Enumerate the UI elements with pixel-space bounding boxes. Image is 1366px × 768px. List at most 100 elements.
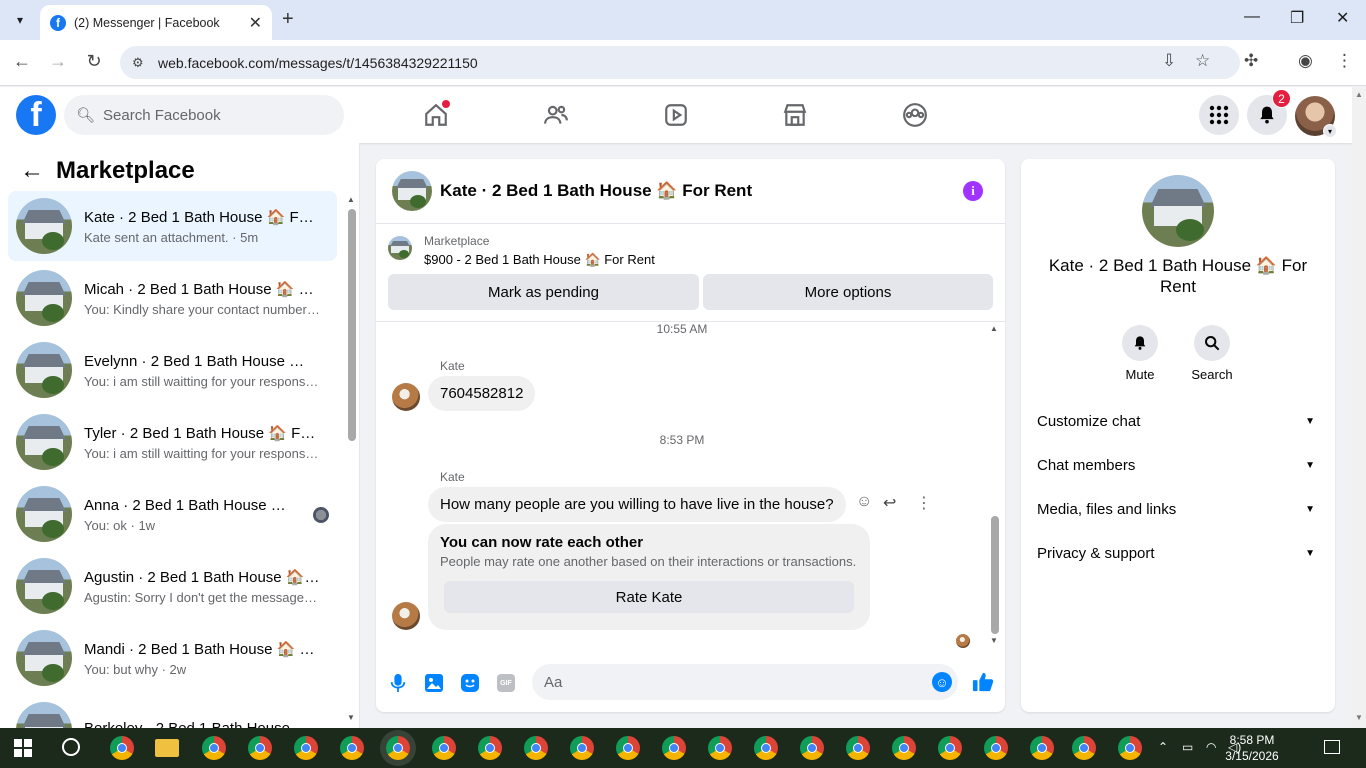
kate-avatar[interactable] xyxy=(392,602,420,630)
marketplace-nav-icon[interactable] xyxy=(781,101,809,129)
bookmark-star-icon[interactable]: ☆ xyxy=(1195,51,1210,71)
chat-house-thumbnail[interactable] xyxy=(392,171,432,211)
wifi-icon[interactable]: ◠ xyxy=(1206,740,1216,754)
chrome-taskbar-icon[interactable] xyxy=(1030,736,1054,760)
page-scrollbar[interactable]: ▲ ▼ xyxy=(1352,87,1366,728)
mute-action[interactable]: Mute xyxy=(1110,325,1170,382)
chrome-taskbar-icon[interactable] xyxy=(110,736,134,760)
chat-members-section[interactable]: Chat members ▼ xyxy=(1037,454,1319,476)
facebook-logo-icon[interactable]: f xyxy=(16,95,56,135)
bell-icon[interactable] xyxy=(1122,325,1158,361)
conversation-item-evelynn[interactable]: Evelynn · 2 Bed 1 Bath House 🏠 For Rent Y… xyxy=(8,335,337,405)
thumbs-up-like-icon[interactable] xyxy=(972,671,994,699)
battery-icon[interactable]: ▭ xyxy=(1182,740,1193,754)
chrome-taskbar-icon[interactable] xyxy=(892,736,916,760)
menu-grid-icon[interactable] xyxy=(1199,95,1239,135)
file-explorer-icon[interactable] xyxy=(155,739,179,757)
restore-icon[interactable]: ❐ xyxy=(1290,8,1304,28)
conversation-item-agustin[interactable]: Agustin · 2 Bed 1 Bath House 🏠 For Rent A… xyxy=(8,551,337,621)
home-nav-icon[interactable] xyxy=(422,100,450,129)
browser-tab[interactable]: f (2) Messenger | Facebook ✕ xyxy=(40,5,272,40)
info-house-photo[interactable] xyxy=(1142,175,1214,247)
listing-thumbnail[interactable] xyxy=(388,236,412,260)
back-arrow-icon[interactable]: ← xyxy=(20,157,44,185)
chat-list-scrollbar[interactable]: ▲ ▼ xyxy=(346,195,358,725)
chrome-taskbar-icon[interactable] xyxy=(432,736,456,760)
back-arrow-icon[interactable]: ← xyxy=(10,51,34,72)
rate-kate-button[interactable]: Rate Kate xyxy=(444,581,854,613)
account-avatar[interactable]: ▾ xyxy=(1295,96,1337,138)
chat-list-scroll-thumb[interactable] xyxy=(348,209,356,441)
groups-nav-icon[interactable] xyxy=(901,101,929,129)
chat-scroll-down-icon[interactable]: ▼ xyxy=(990,636,998,645)
action-center-icon[interactable] xyxy=(1324,740,1340,754)
friends-nav-icon[interactable] xyxy=(542,101,570,129)
chat-list-scroll-up-icon[interactable]: ▲ xyxy=(347,195,355,204)
listing-price-title[interactable]: $900 - 2 Bed 1 Bath House 🏠 For Rent xyxy=(424,252,655,268)
facebook-search-input[interactable] xyxy=(103,106,324,124)
gif-icon[interactable]: GIF xyxy=(497,674,515,692)
install-app-icon[interactable]: ⇩ xyxy=(1162,51,1176,71)
reload-icon[interactable]: ↻ xyxy=(82,51,106,72)
chat-list-scroll-down-icon[interactable]: ▼ xyxy=(347,713,355,722)
window-close-icon[interactable]: ✕ xyxy=(1336,8,1349,28)
chat-scroll-up-icon[interactable]: ▲ xyxy=(990,324,998,333)
chrome-taskbar-icon[interactable] xyxy=(478,736,502,760)
chrome-taskbar-icon[interactable] xyxy=(294,736,318,760)
mark-as-pending-button[interactable]: Mark as pending xyxy=(388,274,699,310)
message-bubble[interactable]: 7604582812 xyxy=(428,376,536,411)
chat-scroll-thumb[interactable] xyxy=(991,516,999,634)
microphone-icon[interactable] xyxy=(388,673,408,693)
windows-start-icon[interactable] xyxy=(14,739,32,757)
video-nav-icon[interactable] xyxy=(662,101,690,129)
chrome-taskbar-icon[interactable] xyxy=(662,736,686,760)
privacy-support-section[interactable]: Privacy & support ▼ xyxy=(1037,542,1319,564)
reply-arrow-icon[interactable]: ↩ xyxy=(883,493,896,513)
chat-scrollbar[interactable]: ▲ ▼ xyxy=(988,324,1002,646)
conversation-item-mandi[interactable]: Mandi · 2 Bed 1 Bath House 🏠 For Rent You… xyxy=(8,623,337,693)
chrome-taskbar-icon[interactable] xyxy=(800,736,824,760)
message-more-icon[interactable]: ⋮ xyxy=(916,493,932,513)
chrome-taskbar-icon[interactable] xyxy=(570,736,594,760)
search-icon[interactable] xyxy=(1194,325,1230,361)
conversation-item-kate[interactable]: Kate · 2 Bed 1 Bath House 🏠 For Rent Kate… xyxy=(8,191,337,261)
conversation-item-tyler[interactable]: Tyler · 2 Bed 1 Bath House 🏠 For Rent You… xyxy=(8,407,337,477)
minimize-icon[interactable]: — xyxy=(1244,8,1260,26)
extensions-puzzle-icon[interactable]: ✣ xyxy=(1244,51,1258,71)
sticker-icon[interactable] xyxy=(460,673,480,693)
site-settings-icon[interactable]: ⚙ xyxy=(132,55,156,71)
new-tab-plus-icon[interactable]: + xyxy=(282,8,294,31)
chrome-taskbar-icon-active[interactable] xyxy=(386,736,410,760)
message-input-box[interactable]: ☺ xyxy=(532,664,958,700)
conversation-item-berkeley[interactable]: Berkeley · 2 Bed 1 Bath House 🏠 For Rent xyxy=(8,695,337,728)
search-action[interactable]: Search xyxy=(1182,325,1242,382)
media-files-links-section[interactable]: Media, files and links ▼ xyxy=(1037,498,1319,520)
chat-title[interactable]: Kate · 2 Bed 1 Bath House 🏠 For Rent xyxy=(440,181,752,201)
emoji-icon[interactable]: ☺ xyxy=(932,672,952,692)
taskbar-search-icon[interactable] xyxy=(62,738,80,756)
chrome-taskbar-icon[interactable] xyxy=(1072,736,1096,760)
conversation-info-icon[interactable]: i xyxy=(963,181,983,201)
tab-close-icon[interactable]: ✕ xyxy=(249,13,262,33)
message-input[interactable] xyxy=(544,673,914,691)
customize-chat-section[interactable]: Customize chat ▼ xyxy=(1037,410,1319,432)
chrome-taskbar-icon[interactable] xyxy=(708,736,732,760)
page-scroll-down-icon[interactable]: ▼ xyxy=(1355,713,1363,722)
address-bar[interactable]: ⚙ web.facebook.com/messages/t/1456384329… xyxy=(120,46,1240,79)
taskbar-clock[interactable]: 8:58 PM 3/15/2026 xyxy=(1220,732,1284,764)
chrome-taskbar-icon[interactable] xyxy=(248,736,272,760)
kate-avatar[interactable] xyxy=(392,383,420,411)
chrome-taskbar-icon[interactable] xyxy=(1118,736,1142,760)
chrome-taskbar-icon[interactable] xyxy=(984,736,1008,760)
tab-list-chevron-icon[interactable]: ▾ xyxy=(8,8,32,32)
profile-icon[interactable]: ◉ xyxy=(1298,51,1313,71)
browser-menu-icon[interactable]: ⋮ xyxy=(1336,51,1353,71)
chrome-taskbar-icon[interactable] xyxy=(938,736,962,760)
react-smiley-icon[interactable]: ☺ xyxy=(856,493,872,511)
chrome-taskbar-icon[interactable] xyxy=(524,736,548,760)
forward-arrow-icon[interactable]: → xyxy=(46,51,70,72)
chrome-taskbar-icon[interactable] xyxy=(846,736,870,760)
page-scroll-up-icon[interactable]: ▲ xyxy=(1355,90,1363,99)
message-bubble[interactable]: How many people are you willing to have … xyxy=(428,487,846,522)
conversation-item-anna[interactable]: Anna · 2 Bed 1 Bath House 🏠 For Rent You:… xyxy=(8,479,337,549)
